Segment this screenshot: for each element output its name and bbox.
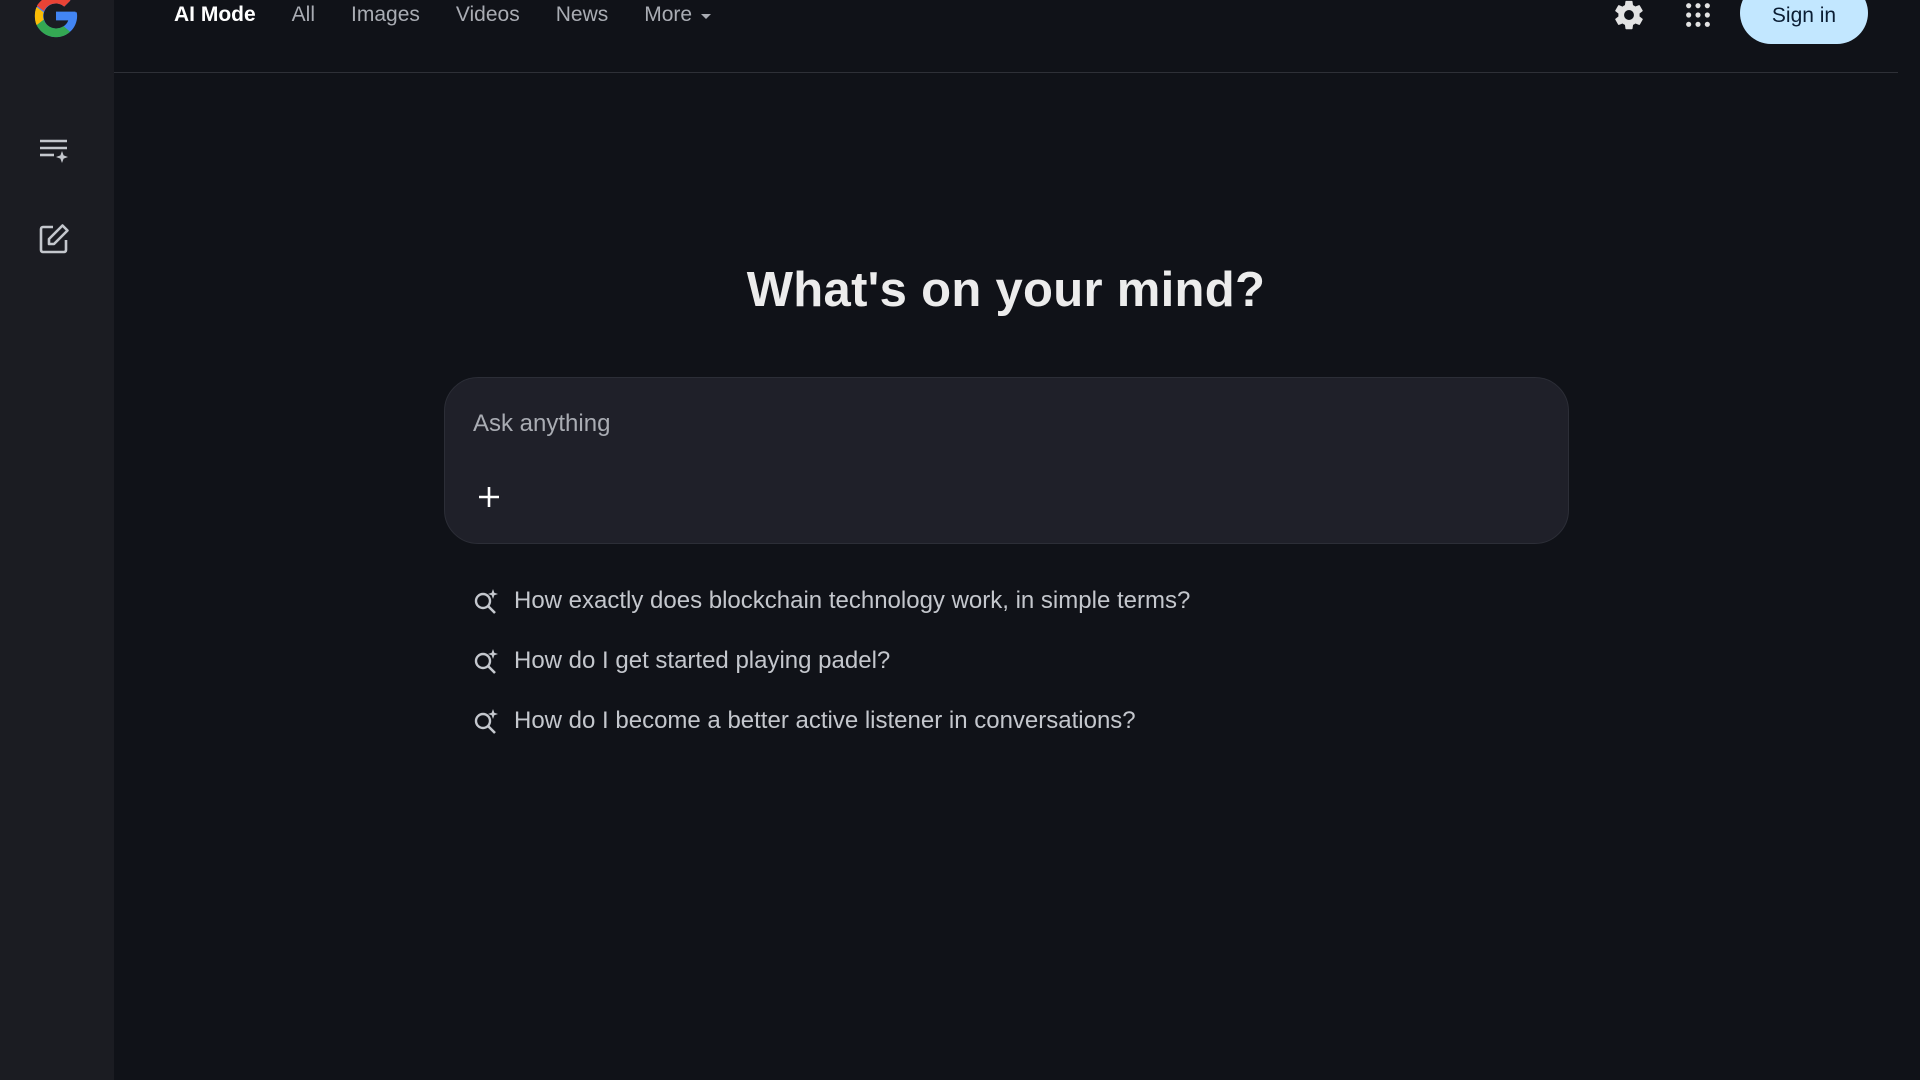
tab-label: All	[291, 3, 316, 26]
search-sparkle-icon	[474, 709, 498, 734]
plus-icon	[479, 487, 499, 507]
gear-icon	[1615, 0, 1643, 30]
prompt-box	[444, 377, 1569, 544]
search-sparkle-icon	[474, 589, 498, 614]
google-g-icon	[34, 0, 78, 38]
tab-more[interactable]: More	[644, 3, 712, 27]
history-button[interactable]	[30, 126, 78, 174]
tab-images[interactable]: Images	[351, 3, 420, 27]
tab-label: Videos	[455, 3, 520, 26]
tab-news[interactable]: News	[556, 3, 609, 27]
edit-square-icon	[39, 224, 69, 254]
tab-label: AI Mode	[174, 3, 256, 26]
suggestion-item[interactable]: How exactly does blockchain technology w…	[472, 579, 1190, 623]
suggestion-text: How exactly does blockchain technology w…	[514, 587, 1191, 614]
suggestion-item[interactable]: How do I get started playing padel?	[472, 639, 1190, 683]
tab-ai-mode[interactable]: AI Mode	[174, 3, 256, 27]
settings-button[interactable]	[1608, 0, 1650, 36]
tab-label: More	[644, 3, 693, 26]
page-title: What's on your mind?	[746, 263, 1266, 317]
apps-grid-icon	[1686, 3, 1710, 27]
caret-down-icon	[701, 14, 712, 19]
ask-input[interactable]	[473, 406, 1533, 442]
new-chat-button[interactable]	[30, 215, 78, 263]
suggestion-item[interactable]: How do I become a better active listener…	[472, 699, 1190, 743]
sidebar	[0, 0, 114, 1080]
suggestion-text: How do I become a better active listener…	[514, 707, 1136, 734]
suggestion-list: How exactly does blockchain technology w…	[472, 579, 1190, 759]
tab-videos[interactable]: Videos	[456, 3, 520, 27]
history-list-icon	[40, 139, 68, 163]
tab-all[interactable]: All	[292, 3, 315, 27]
tab-label: Images	[351, 3, 420, 26]
tab-label: News	[555, 3, 609, 26]
apps-button[interactable]	[1677, 0, 1719, 36]
sign-in-button[interactable]: Sign in	[1740, 0, 1868, 44]
suggestion-text: How do I get started playing padel?	[514, 647, 891, 674]
top-header: AI Mode All Images Videos News More Sign…	[114, 0, 1898, 73]
search-tabs: AI Mode All Images Videos News More	[174, 0, 747, 30]
add-attachment-button[interactable]	[469, 477, 509, 517]
search-sparkle-icon	[474, 649, 498, 674]
google-logo[interactable]	[30, 0, 82, 42]
